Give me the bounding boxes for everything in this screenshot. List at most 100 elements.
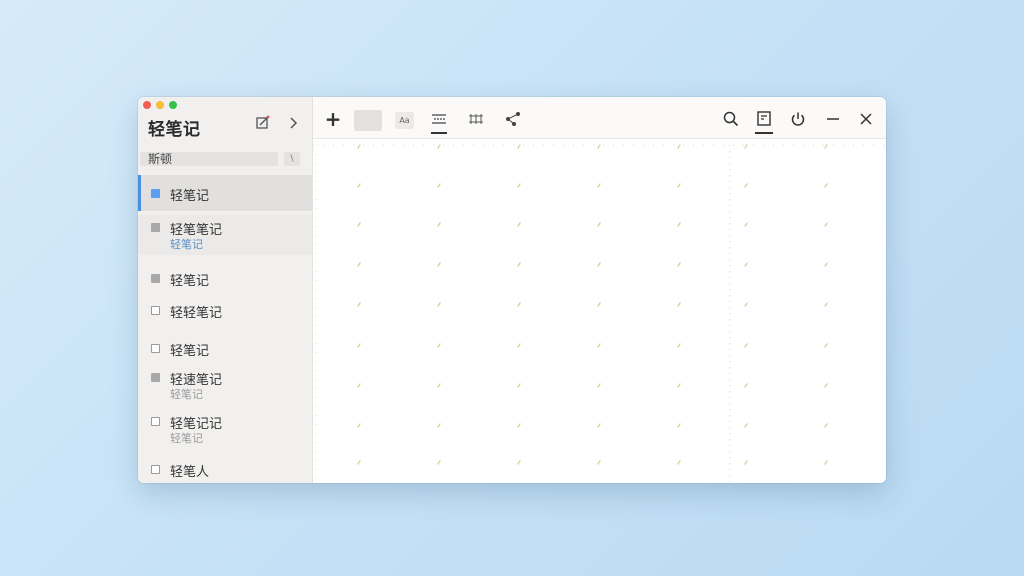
grid-dot [517, 222, 521, 227]
grid-dot [437, 343, 441, 348]
grid-dot [597, 183, 601, 188]
grid-dot [824, 144, 828, 149]
minimize-icon[interactable] [823, 109, 843, 129]
note-icon[interactable] [754, 109, 774, 129]
grid-dot [597, 262, 601, 267]
minimize-window-button[interactable] [156, 101, 164, 109]
text-format-icon[interactable]: Aa [395, 112, 414, 129]
grid-dot [357, 383, 361, 388]
search-input[interactable]: 斯顿 [140, 152, 278, 166]
grid-dot [357, 262, 361, 267]
note-subtitle: 轻笔记 [170, 432, 203, 445]
grid-dot [677, 144, 681, 149]
grid-dot [824, 183, 828, 188]
note-list-item[interactable]: 轻笔人 [138, 455, 312, 483]
grid-dot [437, 222, 441, 227]
note-subtitle: 轻笔记 [170, 238, 203, 251]
grid-dot [744, 343, 748, 348]
grid-dot [744, 460, 748, 465]
grid-dot [824, 302, 828, 307]
grid-dot [597, 302, 601, 307]
dot-grid [313, 144, 886, 483]
power-icon[interactable] [788, 109, 808, 129]
grid-dot [677, 262, 681, 267]
grid-dot [677, 383, 681, 388]
close-window-button[interactable] [143, 101, 151, 109]
note-title: 轻笔记 [170, 344, 210, 359]
note-checkbox[interactable] [151, 465, 160, 474]
grid-dot [517, 302, 521, 307]
note-checkbox[interactable] [151, 189, 160, 198]
sidebar: 轻笔记 斯顿 \ 轻笔记 轻笔笔记 轻笔记 轻笔记 轻轻笔记 轻笔记 轻速笔记 轻笔记 轻笔记记… [138, 97, 313, 483]
note-title: 轻笔记 [170, 189, 210, 204]
grid-dot [744, 383, 748, 388]
grid-dot [824, 423, 828, 428]
note-checkbox[interactable] [151, 274, 160, 283]
grid-dot [357, 343, 361, 348]
note-checkbox[interactable] [151, 344, 160, 353]
note-list-item[interactable]: 轻笔记 [138, 263, 312, 293]
search-button[interactable]: \ [284, 152, 300, 166]
window-controls [143, 101, 177, 109]
note-title: 轻轻笔记 [170, 306, 223, 321]
color-swatch-icon[interactable] [354, 110, 382, 131]
grid-dot [437, 144, 441, 149]
grid-dot [357, 222, 361, 227]
note-checkbox[interactable] [151, 417, 160, 426]
note-title: 轻笔人 [170, 465, 210, 480]
grid-dot [677, 302, 681, 307]
grid-dot [357, 460, 361, 465]
note-list-item[interactable]: 轻速笔记 轻笔记 [138, 365, 312, 409]
note-subtitle: 轻笔记 [170, 388, 203, 401]
grid-dot [437, 302, 441, 307]
grid-dot [517, 460, 521, 465]
grid-dot [597, 144, 601, 149]
note-title: 轻笔记 [170, 274, 210, 289]
grid-dot [517, 262, 521, 267]
search-icon[interactable] [721, 109, 741, 129]
grid-dot [744, 144, 748, 149]
grid-dot [824, 262, 828, 267]
chevron-right-icon[interactable] [284, 114, 302, 132]
grid-dot [517, 144, 521, 149]
grid-dot [437, 460, 441, 465]
app-window: 轻笔记 斯顿 \ 轻笔记 轻笔笔记 轻笔记 轻笔记 轻轻笔记 轻笔记 轻速笔记 轻笔记 轻笔记记… [138, 97, 886, 483]
grid-dot [597, 222, 601, 227]
close-icon[interactable] [856, 109, 876, 129]
grid-dot [744, 302, 748, 307]
note-checkbox[interactable] [151, 373, 160, 382]
grid-dot [597, 343, 601, 348]
note-list-item[interactable]: 轻轻笔记 [138, 293, 312, 327]
editor-canvas[interactable] [313, 139, 886, 483]
grid-dot [824, 383, 828, 388]
note-checkbox[interactable] [151, 223, 160, 232]
zoom-window-button[interactable] [169, 101, 177, 109]
grid-dot [744, 262, 748, 267]
grid-dot [677, 222, 681, 227]
note-list-item[interactable]: 轻笔记 [138, 175, 312, 211]
share-icon[interactable] [503, 109, 523, 129]
grid-dot [517, 423, 521, 428]
grid-dot [357, 144, 361, 149]
note-active-indicator [755, 132, 773, 134]
grid-dot [517, 183, 521, 188]
grid-dot [824, 222, 828, 227]
grid-dot [437, 383, 441, 388]
grid-dot [357, 302, 361, 307]
grid-dot [744, 222, 748, 227]
list-icon[interactable] [429, 109, 449, 129]
grid-dot [597, 383, 601, 388]
grid-dot [597, 423, 601, 428]
grid-dot [677, 460, 681, 465]
grid-dot [437, 183, 441, 188]
grid-dot [677, 343, 681, 348]
table-icon[interactable] [466, 109, 486, 129]
list-active-indicator [431, 132, 447, 134]
note-list-item[interactable]: 轻笔笔记 轻笔记 [138, 215, 312, 255]
note-list-item[interactable]: 轻笔记 [138, 331, 312, 365]
add-icon[interactable]: + [323, 109, 343, 129]
note-checkbox[interactable] [151, 306, 160, 315]
grid-dot [517, 383, 521, 388]
note-list-item[interactable]: 轻笔记记 轻笔记 [138, 409, 312, 453]
new-note-icon[interactable] [254, 114, 272, 132]
